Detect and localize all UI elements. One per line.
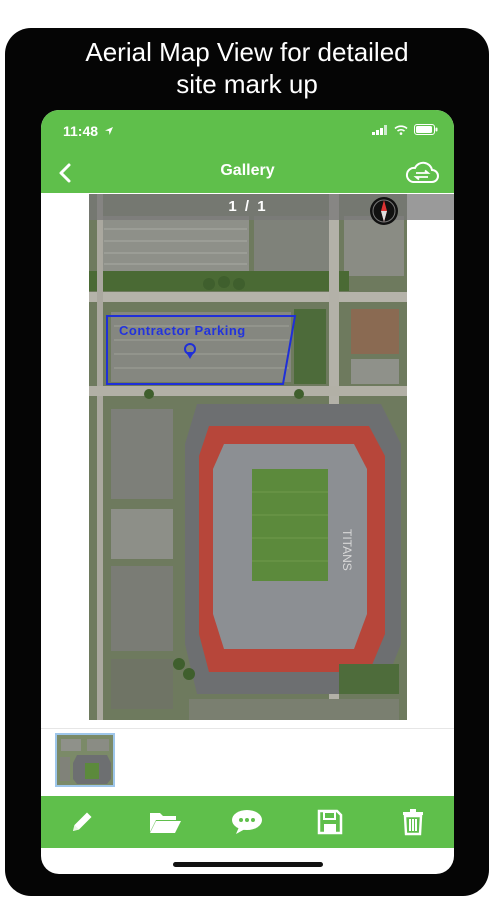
page-title: Gallery (220, 162, 275, 179)
save-icon (317, 809, 343, 835)
comment-icon (232, 810, 263, 834)
open-folder-button[interactable] (145, 804, 185, 840)
trash-icon (402, 809, 423, 836)
location-arrow-icon (104, 127, 113, 135)
edit-button[interactable] (62, 804, 102, 840)
cloud-sync-icon (405, 161, 439, 183)
sync-button[interactable] (404, 160, 440, 186)
thumbnail-strip (41, 728, 454, 793)
wifi-icon (394, 124, 408, 135)
app-bar: 11:48 Gallery (41, 110, 454, 193)
thumbnail-image[interactable] (55, 733, 115, 787)
battery-icon (414, 124, 438, 135)
folder-open-icon (149, 813, 181, 833)
headline-line-2: site mark up (176, 69, 318, 99)
compass-icon (370, 197, 398, 225)
markup-label: Contractor Parking (119, 323, 246, 338)
thumbnail-picture (57, 735, 113, 785)
status-time-text: 11:48 (63, 123, 99, 139)
comment-button[interactable] (227, 804, 267, 840)
pencil-icon (73, 812, 92, 831)
compass-button[interactable] (369, 196, 399, 226)
aerial-map-picture: TITANS (89, 194, 407, 720)
promo-headline: Aerial Map View for detailed site mark u… (5, 36, 489, 100)
phone-screen: 11:48 Gallery TITANS 1 / 1 Contractor Pa… (41, 110, 454, 874)
svg-text:TITANS: TITANS (340, 529, 354, 571)
status-icons (372, 124, 438, 135)
delete-button[interactable] (393, 804, 433, 840)
signal-icon (372, 124, 387, 135)
home-indicator[interactable] (173, 862, 323, 867)
bottom-toolbar (41, 796, 454, 848)
aerial-map-image[interactable]: TITANS (89, 194, 407, 720)
status-time: 11:48 (63, 123, 114, 139)
headline-line-1: Aerial Map View for detailed (85, 37, 409, 67)
save-button[interactable] (310, 804, 350, 840)
image-counter: 1 / 1 (228, 198, 268, 215)
